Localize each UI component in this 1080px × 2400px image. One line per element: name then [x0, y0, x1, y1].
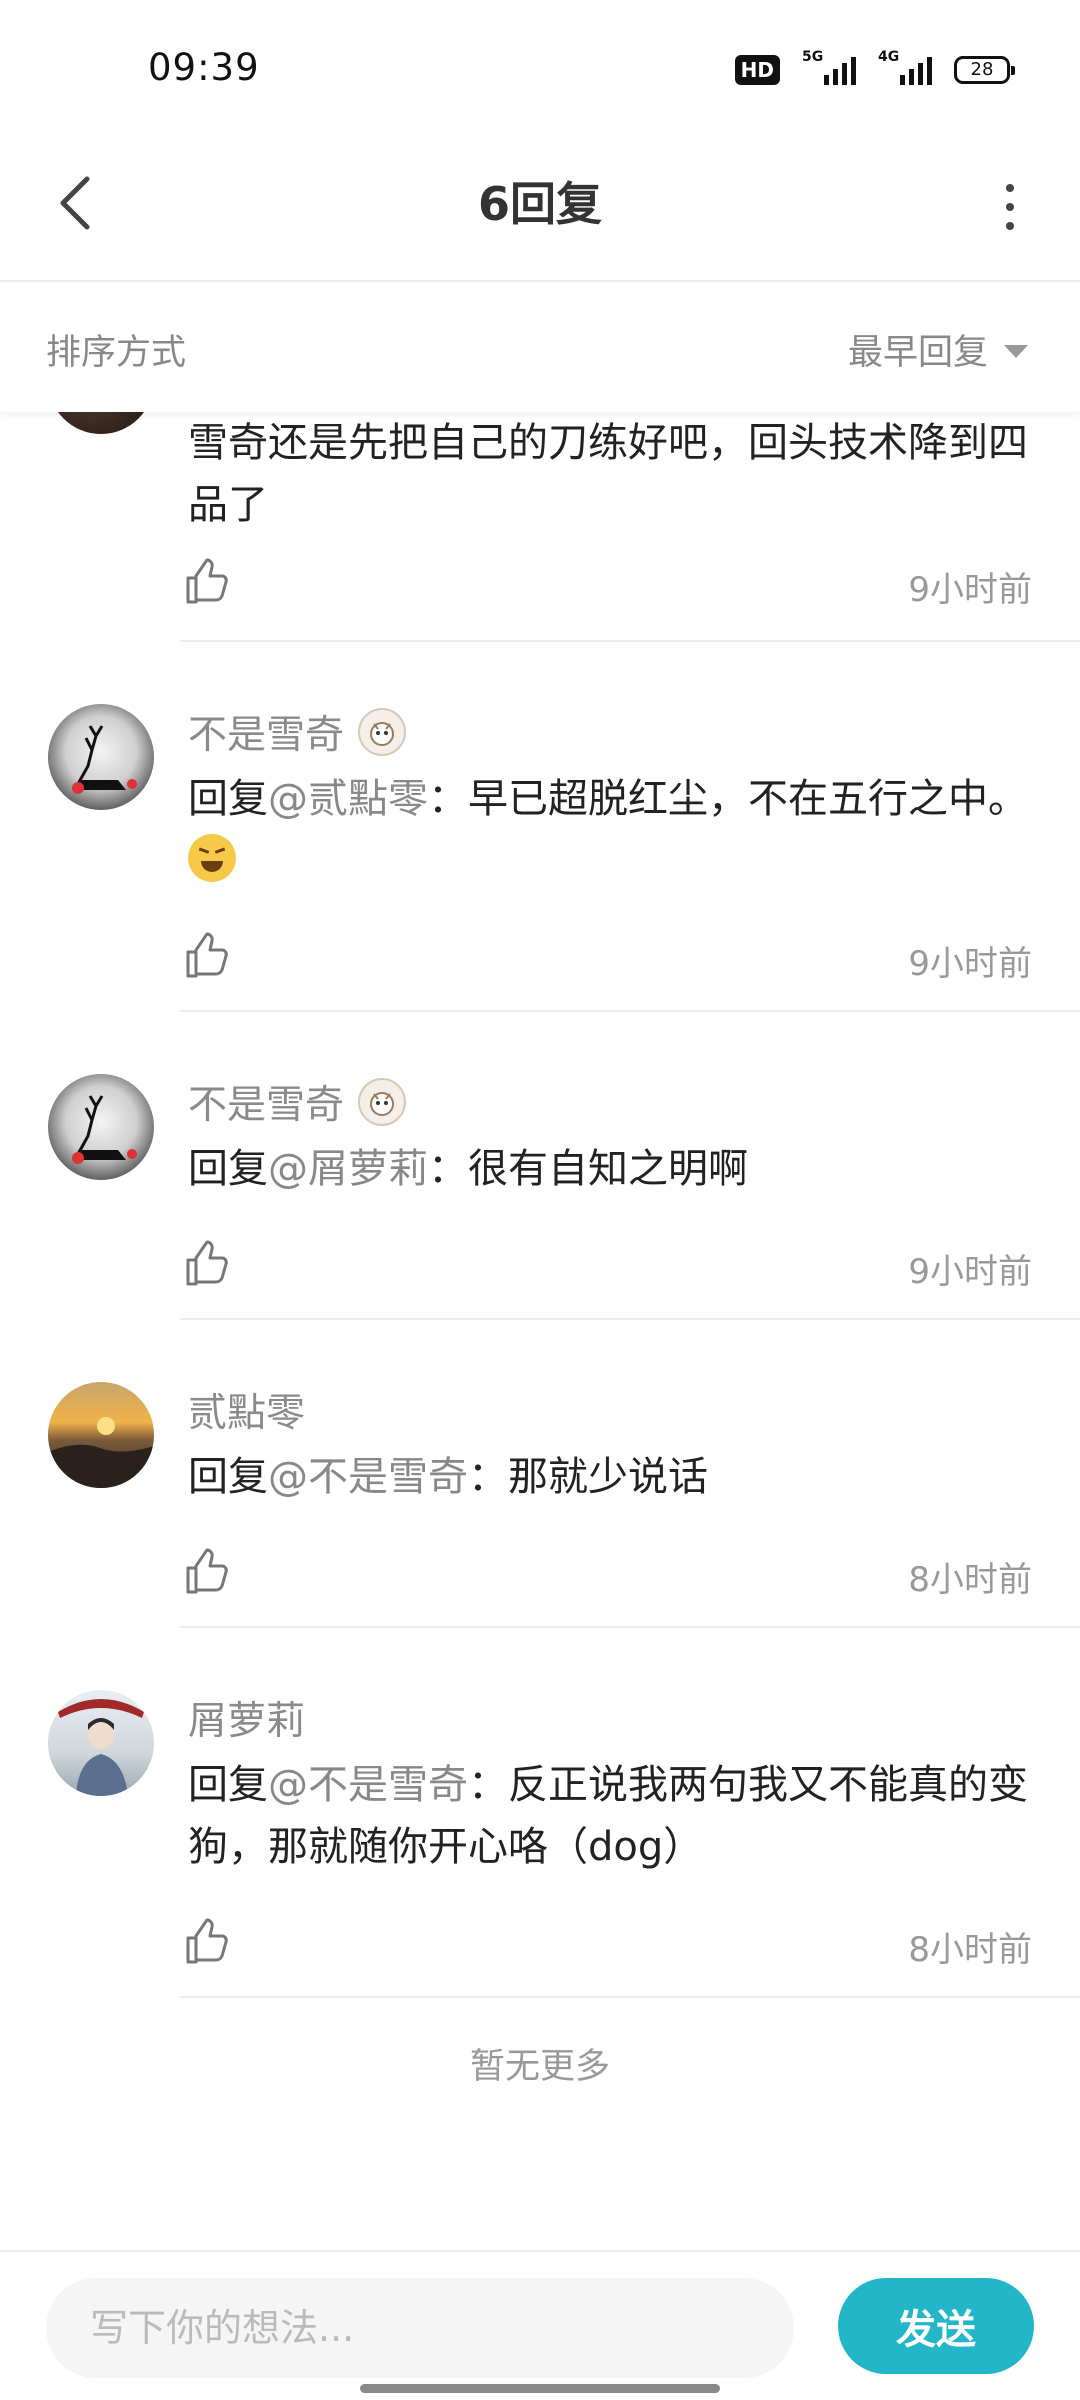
laughing-emoji-icon	[188, 834, 236, 882]
thumbs-up-icon[interactable]	[180, 556, 232, 608]
status-time: 09:39	[148, 46, 260, 89]
thumbs-up-icon[interactable]	[180, 1546, 232, 1598]
reply-content: 雪奇还是先把自己的刀练好吧，回头技术降到四品了	[188, 420, 1028, 528]
username[interactable]: 不是雪奇	[188, 704, 407, 760]
reply-item: 不是雪奇 回复@贰點零：早已超脱红尘，不在五行之中。 9小时前	[0, 642, 1080, 1012]
header: 6回复	[0, 130, 1080, 282]
deer-silhouette-icon	[72, 725, 137, 794]
send-button[interactable]: 发送	[838, 2278, 1034, 2374]
reply-item: 屑萝莉 回复@不是雪奇：反正说我两句我又不能真的变狗，那就随你开心咯（dog） …	[0, 1628, 1080, 1998]
battery-icon: 28	[954, 56, 1015, 84]
sort-bar: 排序方式 最早回复	[0, 284, 1080, 412]
caret-down-icon	[1004, 345, 1028, 358]
reply-time: 8小时前	[908, 1560, 1032, 1600]
page-title: 6回复	[477, 177, 602, 231]
divider	[180, 1996, 1080, 1998]
reply-time: 9小时前	[908, 1252, 1032, 1292]
comment-bar: 发送	[0, 2250, 1080, 2400]
username[interactable]: 不是雪奇	[188, 1074, 407, 1130]
reply-content: 回复@不是雪奇：那就少说话	[188, 1454, 708, 1500]
reply-content: 回复@屑萝莉：很有自知之明啊	[188, 1146, 748, 1192]
reply-time: 9小时前	[908, 944, 1032, 984]
thumbs-up-icon[interactable]	[180, 930, 232, 982]
mention-link[interactable]: @不是雪奇	[268, 1454, 468, 1500]
sort-dropdown[interactable]: 最早回复	[848, 324, 1028, 375]
avatar[interactable]	[48, 704, 154, 810]
signal-4g-icon: 4G	[878, 49, 932, 85]
avatar[interactable]	[48, 1074, 154, 1180]
reply-content: 回复@贰點零：早已超脱红尘，不在五行之中。	[188, 768, 1038, 892]
reply-item: 雪奇还是先把自己的刀练好吧，回头技术降到四品了 9小时前	[0, 328, 1080, 642]
status-icons: HD 5G 4G 28	[734, 49, 1015, 88]
thumbs-up-icon[interactable]	[180, 1238, 232, 1290]
no-more-text: 暂无更多	[469, 2047, 610, 2087]
more-options-button[interactable]	[990, 172, 1030, 242]
reply-item: 贰點零 回复@不是雪奇：那就少说话 8小时前	[0, 1320, 1080, 1628]
mention-link[interactable]: @不是雪奇	[268, 1762, 468, 1808]
reply-content: 回复@不是雪奇：反正说我两句我又不能真的变狗，那就随你开心咯（dog）	[188, 1762, 1028, 1870]
sort-label: 排序方式	[46, 333, 187, 373]
status-bar: 09:39 HD 5G 4G 28	[0, 0, 1080, 130]
avatar[interactable]	[48, 1382, 154, 1488]
sort-selected-value: 最早回复	[847, 333, 988, 373]
username[interactable]: 屑萝莉	[188, 1690, 305, 1746]
sunset-landscape-icon	[48, 1417, 154, 1488]
reply-time: 8小时前	[908, 1930, 1032, 1970]
home-indicator[interactable]	[360, 2384, 720, 2393]
username[interactable]: 贰點零	[188, 1382, 305, 1438]
reply-time: 9小时前	[908, 570, 1032, 610]
avatar[interactable]	[48, 1690, 154, 1796]
reply-item: 不是雪奇 回复@屑萝莉：很有自知之明啊 9小时前	[0, 1012, 1080, 1320]
more-vertical-icon	[1006, 184, 1014, 192]
mention-link[interactable]: @贰點零	[268, 776, 428, 822]
comment-input[interactable]	[46, 2278, 794, 2378]
thumbs-up-icon[interactable]	[180, 1916, 232, 1968]
deer-silhouette-icon	[72, 1095, 137, 1164]
signal-5g-icon: 5G	[802, 49, 856, 85]
portrait-figure-icon	[58, 1699, 144, 1796]
user-badge-icon	[358, 1078, 407, 1126]
user-badge-icon	[358, 708, 407, 756]
hd-icon: HD	[734, 55, 780, 85]
mention-link[interactable]: @屑萝莉	[268, 1146, 428, 1192]
